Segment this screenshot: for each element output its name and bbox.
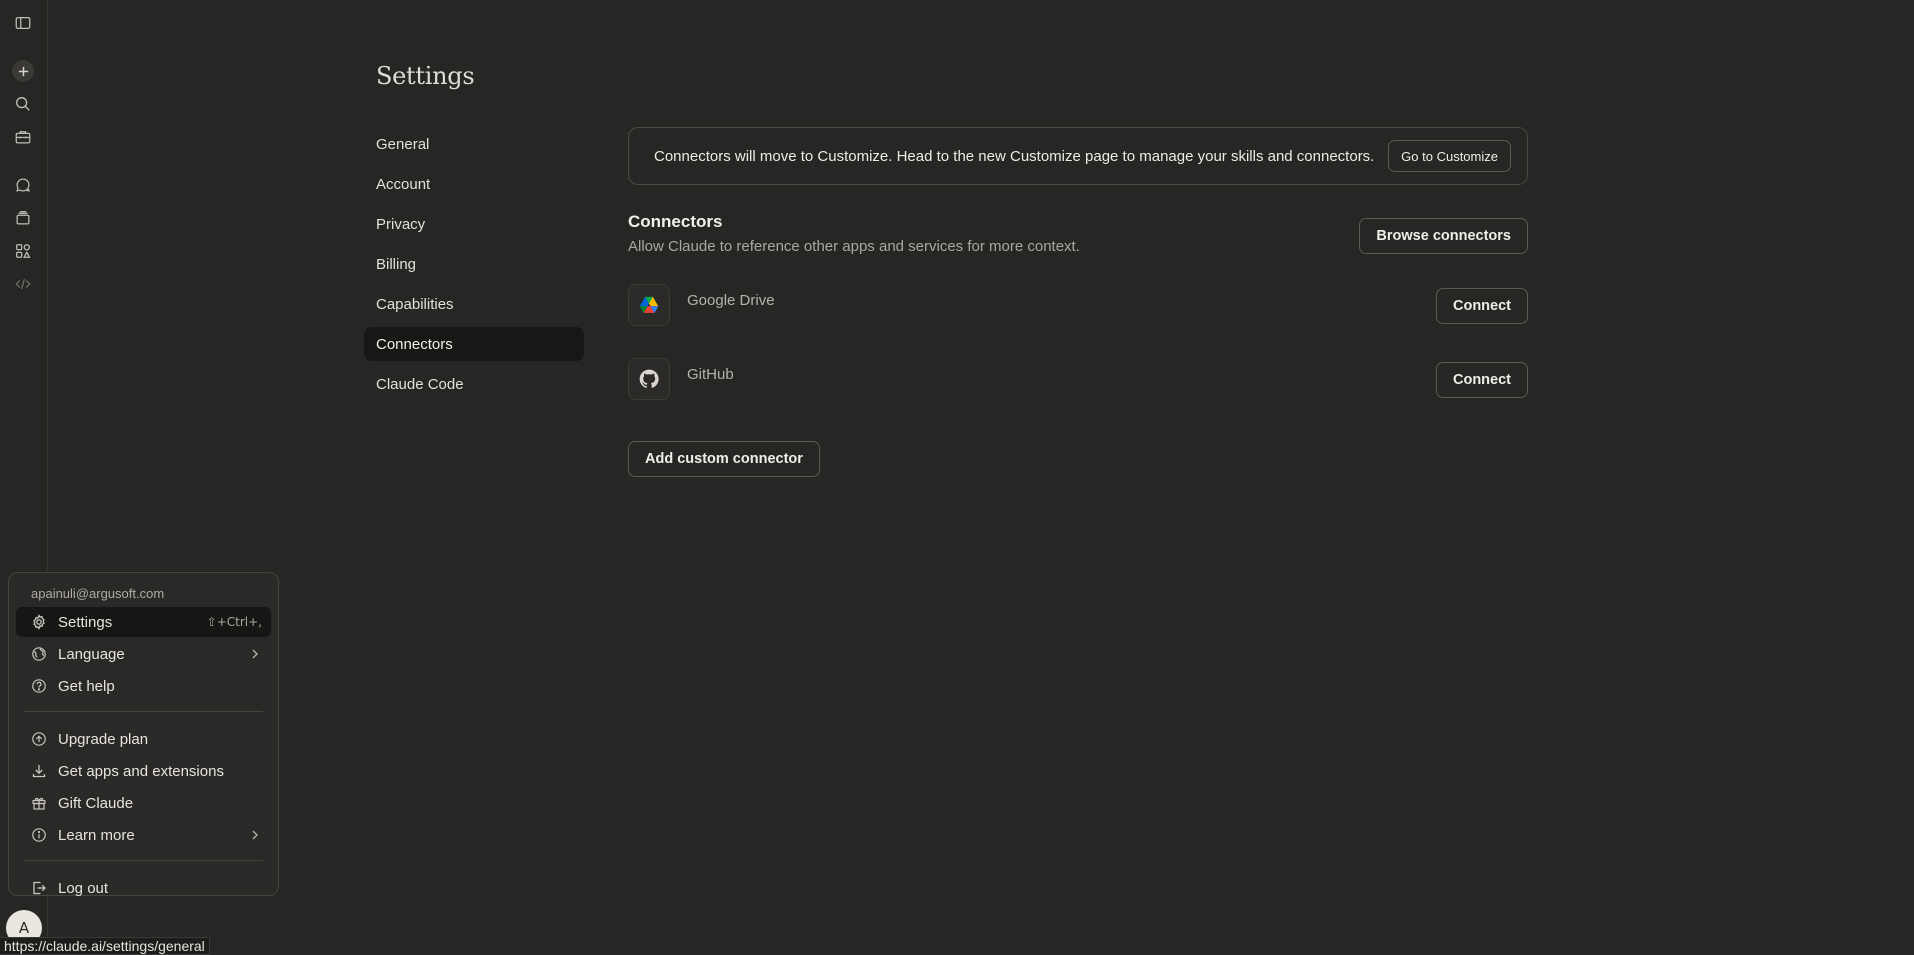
customize-banner: Connectors will move to Customize. Head … [628, 127, 1528, 185]
menu-label-upgrade-plan: Upgrade plan [58, 730, 149, 748]
artifacts-icon[interactable] [12, 240, 34, 262]
help-icon [31, 678, 47, 694]
page-title: Settings [376, 62, 475, 90]
banner-text: Connectors will move to Customize. Head … [654, 147, 1375, 165]
connectors-header: Connectors Allow Claude to reference oth… [628, 212, 1528, 255]
menu-label-settings: Settings [58, 613, 113, 631]
go-to-customize-button[interactable]: Go to Customize [1388, 140, 1511, 172]
connector-row-google-drive: Google Drive Connect [628, 284, 1528, 328]
menu-item-get-apps[interactable]: Get apps and extensions [16, 756, 271, 786]
nav-item-claude-code[interactable]: Claude Code [364, 367, 584, 401]
gift-icon [31, 795, 47, 811]
connector-name-google-drive: Google Drive [687, 292, 775, 309]
toolbox-icon[interactable] [12, 126, 34, 148]
projects-icon[interactable] [12, 207, 34, 229]
menu-item-upgrade-plan[interactable]: Upgrade plan [16, 724, 271, 754]
menu-email: apainuli@argusoft.com [31, 585, 165, 601]
menu-item-gift-claude[interactable]: Gift Claude [16, 788, 271, 818]
nav-item-billing[interactable]: Billing [364, 247, 584, 281]
github-icon [628, 358, 670, 400]
nav-item-connectors[interactable]: Connectors [364, 327, 584, 361]
info-icon [31, 827, 47, 843]
download-icon [31, 763, 47, 779]
menu-item-settings[interactable]: Settings ⇧+Ctrl+, [16, 607, 271, 637]
menu-item-language[interactable]: Language [16, 639, 271, 669]
menu-label-learn-more: Learn more [58, 826, 135, 844]
new-chat-icon[interactable] [12, 60, 34, 82]
connector-name-github: GitHub [687, 366, 734, 383]
add-custom-connector-button[interactable]: Add custom connector [628, 441, 820, 477]
nav-item-privacy[interactable]: Privacy [364, 207, 584, 241]
connect-github-button[interactable]: Connect [1436, 362, 1528, 398]
nav-item-account[interactable]: Account [364, 167, 584, 201]
nav-item-general[interactable]: General [364, 127, 584, 161]
code-icon[interactable] [12, 273, 34, 295]
sidebar-toggle-icon[interactable] [12, 12, 34, 34]
connector-row-github: GitHub Connect [628, 358, 1528, 402]
chevron-right-icon [249, 648, 261, 660]
connectors-description: Allow Claude to reference other apps and… [628, 238, 1080, 255]
menu-divider [24, 860, 263, 861]
menu-item-learn-more[interactable]: Learn more [16, 820, 271, 850]
settings-nav: General Account Privacy Billing Capabili… [364, 127, 584, 407]
google-drive-icon [628, 284, 670, 326]
search-icon[interactable] [12, 93, 34, 115]
logout-icon [31, 880, 47, 896]
settings-shortcut: ⇧+Ctrl+, [206, 615, 262, 629]
gear-icon [31, 614, 47, 630]
upgrade-icon [31, 731, 47, 747]
chevron-right-icon [249, 829, 261, 841]
status-url: https://claude.ai/settings/general [0, 937, 210, 955]
menu-label-language: Language [58, 645, 125, 663]
globe-icon [31, 646, 47, 662]
nav-item-capabilities[interactable]: Capabilities [364, 287, 584, 321]
menu-label-get-apps: Get apps and extensions [58, 762, 224, 780]
app-root: A Settings General Account Privacy Billi… [0, 0, 1914, 955]
connectors-title: Connectors [628, 212, 723, 231]
menu-label-gift-claude: Gift Claude [58, 794, 134, 812]
menu-label-get-help: Get help [58, 677, 115, 695]
avatar-initial: A [18, 919, 30, 937]
chats-icon[interactable] [12, 174, 34, 196]
menu-divider [24, 711, 263, 712]
connect-google-drive-button[interactable]: Connect [1436, 288, 1528, 324]
menu-item-log-out[interactable]: Log out [16, 873, 271, 903]
browse-connectors-button[interactable]: Browse connectors [1359, 218, 1528, 254]
menu-item-get-help[interactable]: Get help [16, 671, 271, 701]
account-menu: apainuli@argusoft.com Settings ⇧+Ctrl+, … [8, 572, 279, 897]
menu-label-log-out: Log out [58, 879, 109, 897]
